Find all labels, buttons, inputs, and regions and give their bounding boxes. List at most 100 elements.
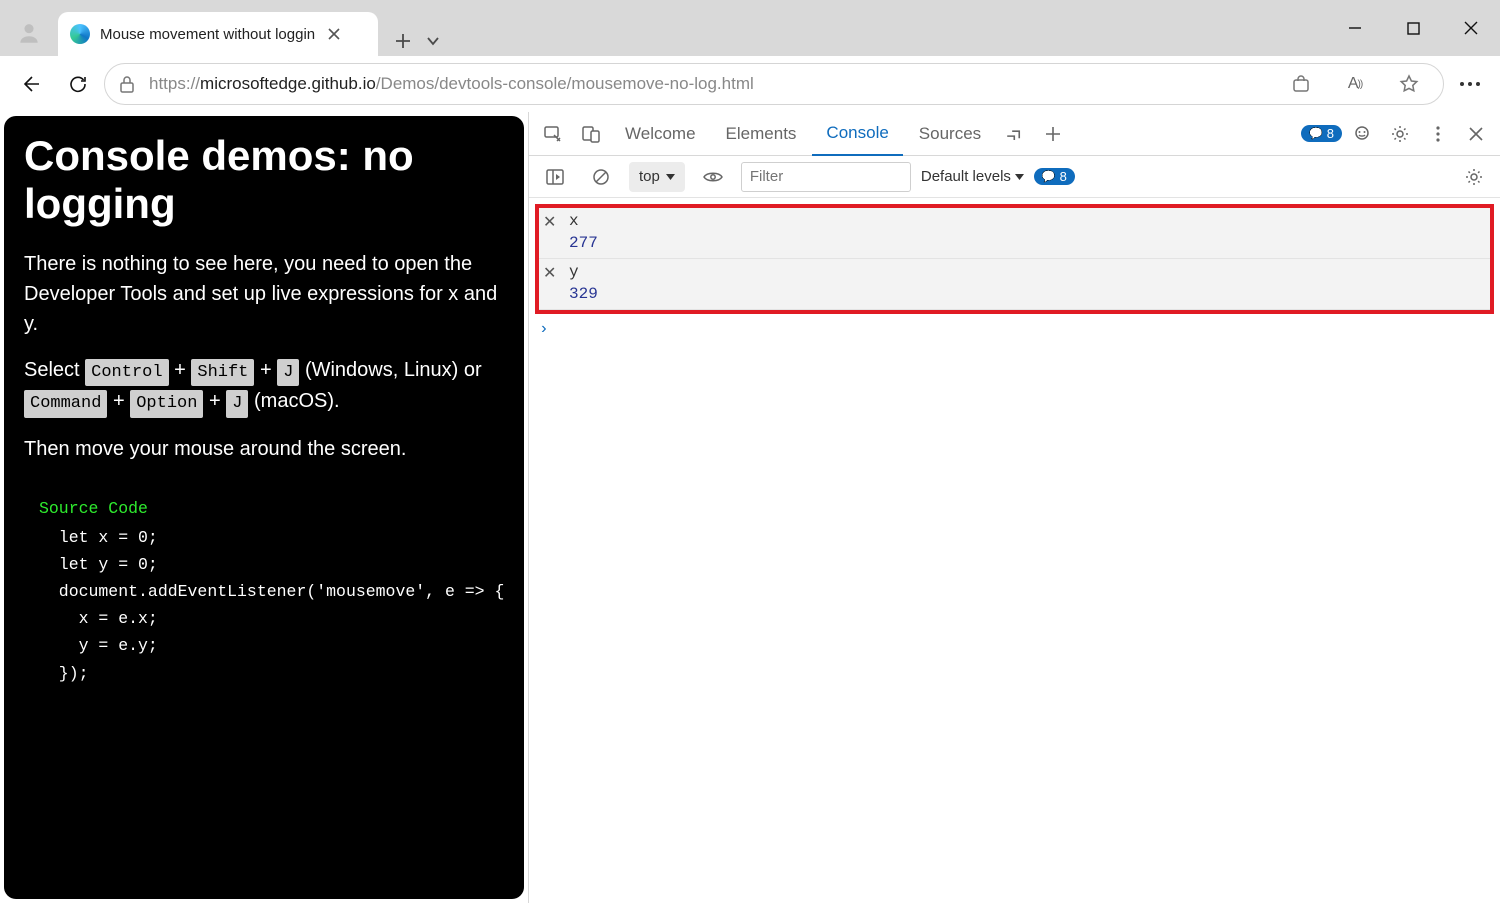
clear-console-button[interactable] (583, 159, 619, 195)
devtools-tabbar: Welcome Elements Console Sources 8 (529, 112, 1500, 156)
shopping-icon (1291, 75, 1311, 93)
back-button[interactable] (8, 62, 52, 106)
maximize-icon (1407, 22, 1420, 35)
tabbar-actions (378, 32, 450, 56)
devtools-menu-button[interactable] (1420, 116, 1456, 152)
live-expressions-highlight: ✕ x 277 ✕ y 329 (535, 204, 1494, 314)
more-icon (1459, 81, 1481, 87)
read-aloud-button[interactable]: A)) (1335, 64, 1375, 104)
shortcut-paragraph: Select Control + Shift + J (Windows, Lin… (24, 355, 504, 418)
console-settings-button[interactable] (1456, 159, 1492, 195)
page-heading: Console demos: no logging (24, 132, 504, 229)
tab-actions-button[interactable] (426, 34, 440, 48)
remove-expression-button[interactable]: ✕ (543, 212, 556, 232)
close-window-button[interactable] (1442, 8, 1500, 48)
tab-sources[interactable]: Sources (905, 112, 995, 156)
live-expression-row[interactable]: ✕ x 277 (539, 208, 1490, 259)
live-expression-row[interactable]: ✕ y 329 (539, 259, 1490, 310)
gear-icon (1464, 167, 1484, 187)
tab-console[interactable]: Console (812, 112, 902, 156)
remove-expression-button[interactable]: ✕ (543, 263, 556, 283)
caret-down-icon (666, 174, 675, 180)
feedback-icon (1352, 124, 1372, 144)
lock-icon (119, 75, 135, 93)
inspect-element-button[interactable] (535, 116, 571, 152)
app-menu-button[interactable] (1448, 62, 1492, 106)
url-path: /Demos/devtools-console/mousemove-no-log… (376, 74, 754, 93)
double-chevron-icon (1006, 128, 1024, 140)
issues-badge[interactable]: 8 (1301, 125, 1342, 142)
new-panel-button[interactable] (1035, 116, 1071, 152)
messages-badge[interactable]: 8 (1034, 168, 1075, 185)
refresh-button[interactable] (56, 62, 100, 106)
feedback-button[interactable] (1344, 116, 1380, 152)
tab-elements[interactable]: Elements (712, 112, 811, 156)
edge-icon (70, 24, 90, 44)
close-devtools-button[interactable] (1458, 116, 1494, 152)
clear-icon (592, 168, 610, 186)
refresh-icon (68, 74, 88, 94)
key-shift: Shift (191, 359, 254, 387)
sidebar-icon (546, 169, 564, 185)
chevron-down-icon (426, 34, 440, 48)
live-expression-name: y (569, 263, 1484, 281)
shopping-button[interactable] (1281, 64, 1321, 104)
content-area: Console demos: no logging There is nothi… (0, 112, 1500, 903)
source-code: let x = 0; let y = 0; document.addEventL… (39, 524, 489, 687)
minimize-icon (1348, 21, 1362, 35)
close-icon (1468, 126, 1484, 142)
intro-paragraph: There is nothing to see here, you need t… (24, 249, 504, 339)
key-option: Option (130, 390, 203, 418)
plus-icon (1045, 126, 1061, 142)
devtools-panel: Welcome Elements Console Sources 8 (528, 112, 1500, 903)
log-levels-selector[interactable]: Default levels (921, 168, 1024, 185)
chevron-right-icon: › (539, 320, 549, 338)
minimize-button[interactable] (1326, 8, 1384, 48)
device-toolbar-button[interactable] (573, 116, 609, 152)
favorite-button[interactable] (1389, 64, 1429, 104)
key-j: J (277, 359, 299, 387)
key-j-mac: J (226, 390, 248, 418)
window-controls (1326, 0, 1500, 56)
live-expression-button[interactable] (695, 159, 731, 195)
key-command: Command (24, 390, 107, 418)
url-text: https://microsoftedge.github.io/Demos/de… (149, 74, 1267, 94)
address-bar: https://microsoftedge.github.io/Demos/de… (0, 56, 1500, 112)
url-host: microsoftedge.github.io (200, 74, 376, 93)
url-scheme: https:// (149, 74, 200, 93)
profile-button[interactable] (6, 10, 52, 56)
gear-icon (1390, 124, 1410, 144)
eye-icon (703, 170, 723, 184)
close-icon (328, 28, 340, 40)
demo-page: Console demos: no logging There is nothi… (4, 116, 524, 899)
settings-button[interactable] (1382, 116, 1418, 152)
source-label: Source Code (39, 499, 489, 518)
caret-down-icon (1015, 174, 1024, 180)
live-expression-value: 277 (569, 234, 1484, 252)
close-icon (1464, 21, 1478, 35)
key-control: Control (85, 359, 168, 387)
tab-welcome[interactable]: Welcome (611, 112, 710, 156)
maximize-button[interactable] (1384, 8, 1442, 48)
new-tab-button[interactable] (394, 32, 412, 50)
filter-input[interactable] (741, 162, 911, 192)
live-expression-value: 329 (569, 285, 1484, 303)
inspect-icon (543, 124, 563, 144)
browser-tab[interactable]: Mouse movement without loggin (58, 12, 378, 56)
more-tabs-button[interactable] (997, 116, 1033, 152)
more-vertical-icon (1435, 125, 1441, 143)
toggle-sidebar-button[interactable] (537, 159, 573, 195)
browser-titlebar: Mouse movement without loggin (0, 0, 1500, 56)
instruction-paragraph: Then move your mouse around the screen. (24, 434, 504, 464)
omnibox[interactable]: https://microsoftedge.github.io/Demos/de… (104, 63, 1444, 105)
live-expression-name: x (569, 212, 1484, 230)
person-icon (16, 20, 42, 46)
device-icon (581, 124, 601, 144)
close-tab-button[interactable] (325, 25, 343, 43)
star-icon (1399, 74, 1419, 94)
context-selector[interactable]: top (629, 162, 685, 192)
source-code-box: Source Code let x = 0; let y = 0; docume… (24, 480, 504, 706)
tab-title: Mouse movement without loggin (100, 26, 315, 43)
console-prompt[interactable]: › (529, 314, 1500, 344)
plus-icon (394, 32, 412, 50)
